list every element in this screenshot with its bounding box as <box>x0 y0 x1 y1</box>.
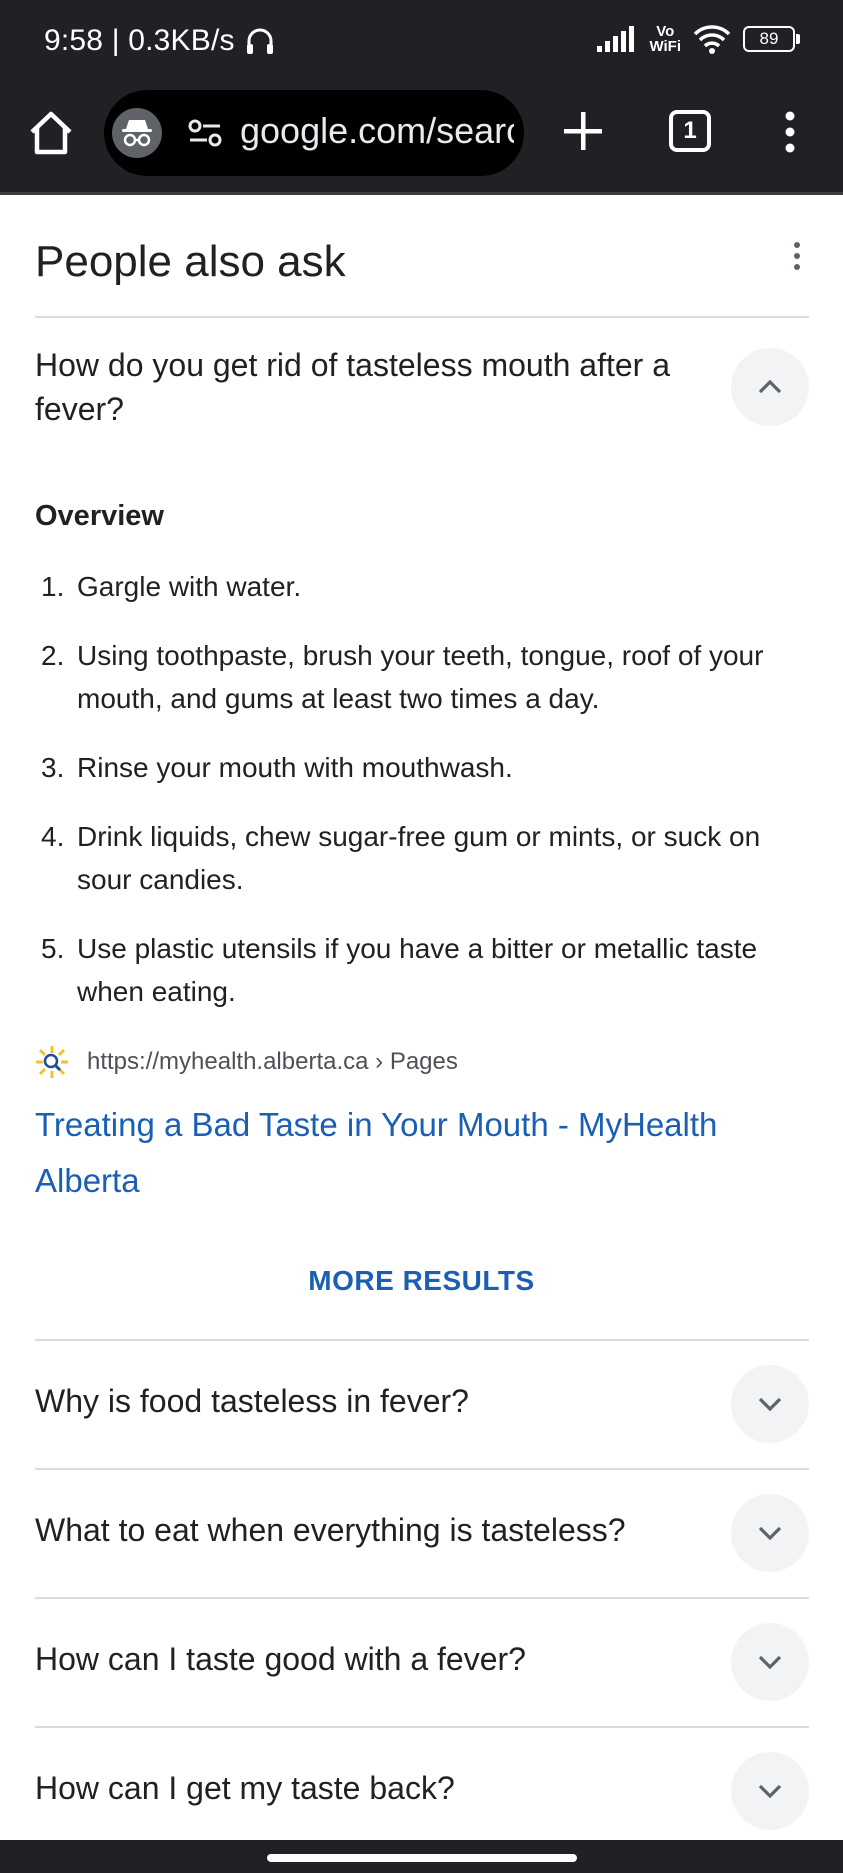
question-row[interactable]: What to eat when everything is tasteless… <box>35 1470 809 1598</box>
browser-toolbar: google.com/search 1 <box>0 88 843 192</box>
chevron-down-icon <box>758 1655 782 1670</box>
vowifi-top: Vo <box>656 23 675 40</box>
step-text: Using toothpaste, brush your teeth, tong… <box>77 640 764 714</box>
incognito-icon[interactable] <box>112 108 162 158</box>
source-row[interactable]: https://myhealth.alberta.ca › Pages <box>35 1045 458 1079</box>
expand-button[interactable] <box>731 1623 809 1701</box>
wifi-icon <box>693 25 731 54</box>
question-text[interactable]: How can I get my taste back? <box>35 1770 455 1807</box>
vowifi-bottom: WiFi <box>649 38 681 55</box>
vowifi-indicator: Vo WiFi <box>649 24 681 54</box>
question-text[interactable]: What to eat when everything is tasteless… <box>35 1512 626 1549</box>
headphones-icon <box>246 28 273 54</box>
divider <box>35 316 809 318</box>
toolbar-divider <box>0 192 843 195</box>
source-url[interactable]: https://myhealth.alberta.ca › Pages <box>87 1048 458 1076</box>
question-text[interactable]: How can I taste good with a fever? <box>35 1641 526 1678</box>
expand-button[interactable] <box>731 1752 809 1830</box>
question-row[interactable]: How can I get my taste back? <box>35 1728 809 1856</box>
paa-more-icon[interactable] <box>785 239 809 275</box>
status-right: Vo WiFi 89 <box>597 24 800 54</box>
step-text: Use plastic utensils if you have a bitte… <box>77 933 758 1007</box>
expand-button[interactable] <box>731 1494 809 1572</box>
list-item: 5. Use plastic utensils if you have a bi… <box>35 927 795 1013</box>
overview-heading: Overview <box>35 500 164 532</box>
step-number: 1. <box>41 571 65 602</box>
step-text: Gargle with water. <box>77 571 302 602</box>
step-number: 5. <box>41 933 65 964</box>
site-settings-icon[interactable] <box>188 118 222 148</box>
list-item: 1. Gargle with water. <box>35 565 795 608</box>
step-number: 4. <box>41 821 65 852</box>
status-time-speed: 9:58 | 0.3KB/s <box>44 24 235 57</box>
chevron-down-icon <box>758 1397 782 1412</box>
steps-list: 1. Gargle with water. 2. Using toothpast… <box>35 565 795 1039</box>
chevron-down-icon <box>758 1526 782 1541</box>
expanded-question[interactable]: How do you get rid of tasteless mouth af… <box>35 343 675 431</box>
navigation-bar <box>0 1840 843 1873</box>
list-item: 4. Drink liquids, chew sugar-free gum or… <box>35 815 795 901</box>
question-row[interactable]: Why is food tasteless in fever? <box>35 1341 809 1469</box>
expand-button[interactable] <box>731 1365 809 1443</box>
more-results-button[interactable]: MORE RESULTS <box>0 1265 843 1297</box>
tab-count: 1 <box>683 117 697 144</box>
step-text: Drink liquids, chew sugar-free gum or mi… <box>77 821 761 895</box>
chevron-down-icon <box>758 1784 782 1799</box>
status-left: 9:58 | 0.3KB/s <box>44 24 275 58</box>
question-row[interactable]: How can I taste good with a fever? <box>35 1599 809 1727</box>
home-gesture-handle[interactable] <box>267 1854 577 1862</box>
result-title-link[interactable]: Treating a Bad Taste in Your Mouth - MyH… <box>35 1097 795 1209</box>
omnibox[interactable]: google.com/search <box>104 90 524 176</box>
question-text[interactable]: Why is food tasteless in fever? <box>35 1383 469 1420</box>
myhealth-favicon-icon <box>36 1046 68 1078</box>
list-item: 3. Rinse your mouth with mouthwash. <box>35 746 795 789</box>
battery-indicator: 89 <box>743 26 800 52</box>
new-tab-icon[interactable] <box>560 108 606 154</box>
url-text[interactable]: google.com/search <box>240 110 514 152</box>
people-also-ask-title: People also ask <box>35 237 346 286</box>
list-item: 2. Using toothpaste, brush your teeth, t… <box>35 634 795 720</box>
status-bar: 9:58 | 0.3KB/s Vo WiFi 89 <box>0 0 843 88</box>
collapse-button[interactable] <box>731 348 809 426</box>
tab-switcher-button[interactable]: 1 <box>669 110 711 152</box>
step-number: 2. <box>41 640 65 671</box>
signal-icon <box>597 26 635 52</box>
more-options-icon[interactable] <box>780 110 800 154</box>
step-number: 3. <box>41 752 65 783</box>
battery-level: 89 <box>759 29 779 48</box>
home-icon[interactable] <box>26 108 76 158</box>
chevron-up-icon <box>758 379 782 394</box>
step-text: Rinse your mouth with mouthwash. <box>77 752 513 783</box>
